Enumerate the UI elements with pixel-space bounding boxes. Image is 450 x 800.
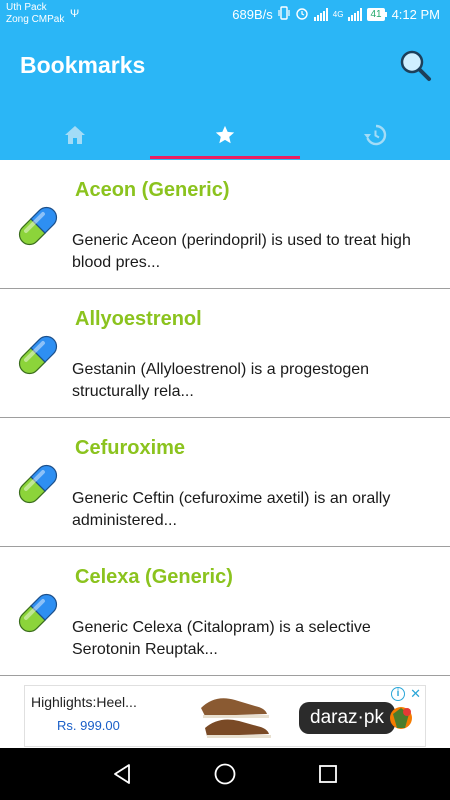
- history-icon: [364, 124, 387, 146]
- ad-close-icon[interactable]: ✕: [410, 686, 421, 702]
- clock: 4:12 PM: [391, 7, 440, 22]
- signal-icon-2: [348, 8, 363, 21]
- star-icon: [215, 125, 235, 144]
- ad-info-icon[interactable]: i: [391, 687, 405, 701]
- ad-headline: Highlights:Heel...: [31, 694, 137, 710]
- tab-bar: [0, 110, 450, 160]
- ad-text-block: Highlights:Heel... Rs. 999.00: [25, 686, 195, 746]
- network-speed: 689B/s: [232, 7, 273, 22]
- back-button[interactable]: [107, 759, 137, 789]
- tab-bookmarks[interactable]: [150, 110, 300, 160]
- system-nav-bar: [0, 748, 450, 800]
- pill-icon: [18, 335, 58, 375]
- home-circle-icon: [214, 763, 236, 785]
- home-icon: [65, 126, 85, 144]
- ad-brand-logo: daraz·pk: [299, 702, 395, 734]
- app-bar: Bookmarks: [0, 30, 450, 160]
- item-title: Allyoestrenol: [75, 308, 202, 330]
- item-description: Gestanin (Allyloestrenol) is a progestog…: [72, 361, 370, 400]
- battery-icon: 41: [367, 8, 387, 21]
- ad-banner[interactable]: Highlights:Heel... Rs. 999.00 daraz·pk i…: [24, 685, 426, 747]
- vibrate-icon: [278, 6, 290, 23]
- list-item[interactable]: Cefuroxime Generic Ceftin (cefuroxime ax…: [0, 418, 450, 547]
- bookmark-list: Aceon (Generic) Generic Aceon (perindopr…: [0, 160, 450, 676]
- carrier-line-1: Uth Pack: [6, 2, 47, 13]
- carrier-line-2: Zong CMPak: [6, 14, 65, 25]
- item-title: Cefuroxime: [75, 437, 186, 459]
- item-title: Celexa (Generic): [75, 566, 233, 588]
- tab-indicator: [150, 156, 300, 159]
- recents-icon: [319, 765, 338, 783]
- shoe-image: [201, 698, 271, 738]
- carrier-info: Uth Pack Zong CMPak: [6, 2, 64, 26]
- search-button[interactable]: [398, 48, 432, 82]
- signal-icon: [313, 8, 328, 21]
- item-title: Aceon (Generic): [75, 179, 230, 201]
- status-bar: Uth Pack Zong CMPak Ψ 689B/s 4G 41 4:12 …: [0, 0, 450, 30]
- network-type: 4G: [332, 10, 344, 19]
- list-item[interactable]: Aceon (Generic) Generic Aceon (perindopr…: [0, 160, 450, 289]
- item-description: Generic Celexa (Citalopram) is a selecti…: [72, 619, 371, 658]
- item-description: Generic Aceon (perindopril) is used to t…: [72, 232, 411, 271]
- battery-level: 41: [367, 8, 385, 21]
- list-item[interactable]: Allyoestrenol Gestanin (Allyloestrenol) …: [0, 289, 450, 418]
- pill-icon: [18, 593, 58, 633]
- back-icon: [113, 764, 130, 784]
- search-icon: [400, 50, 431, 81]
- pill-icon: [18, 206, 58, 246]
- alarm-icon: [295, 6, 309, 23]
- brand-splash-icon: [390, 707, 412, 729]
- pill-icon: [18, 464, 58, 504]
- ad-price: Rs. 999.00: [57, 718, 120, 733]
- recents-button[interactable]: [313, 759, 343, 789]
- usb-icon: Ψ: [70, 8, 80, 20]
- tab-home[interactable]: [0, 110, 150, 160]
- page-title: Bookmarks: [20, 52, 146, 78]
- home-button[interactable]: [210, 759, 240, 789]
- item-description: Generic Ceftin (cefuroxime axetil) is an…: [72, 490, 391, 529]
- tab-history[interactable]: [300, 110, 450, 160]
- list-item[interactable]: Celexa (Generic) Generic Celexa (Citalop…: [0, 547, 450, 676]
